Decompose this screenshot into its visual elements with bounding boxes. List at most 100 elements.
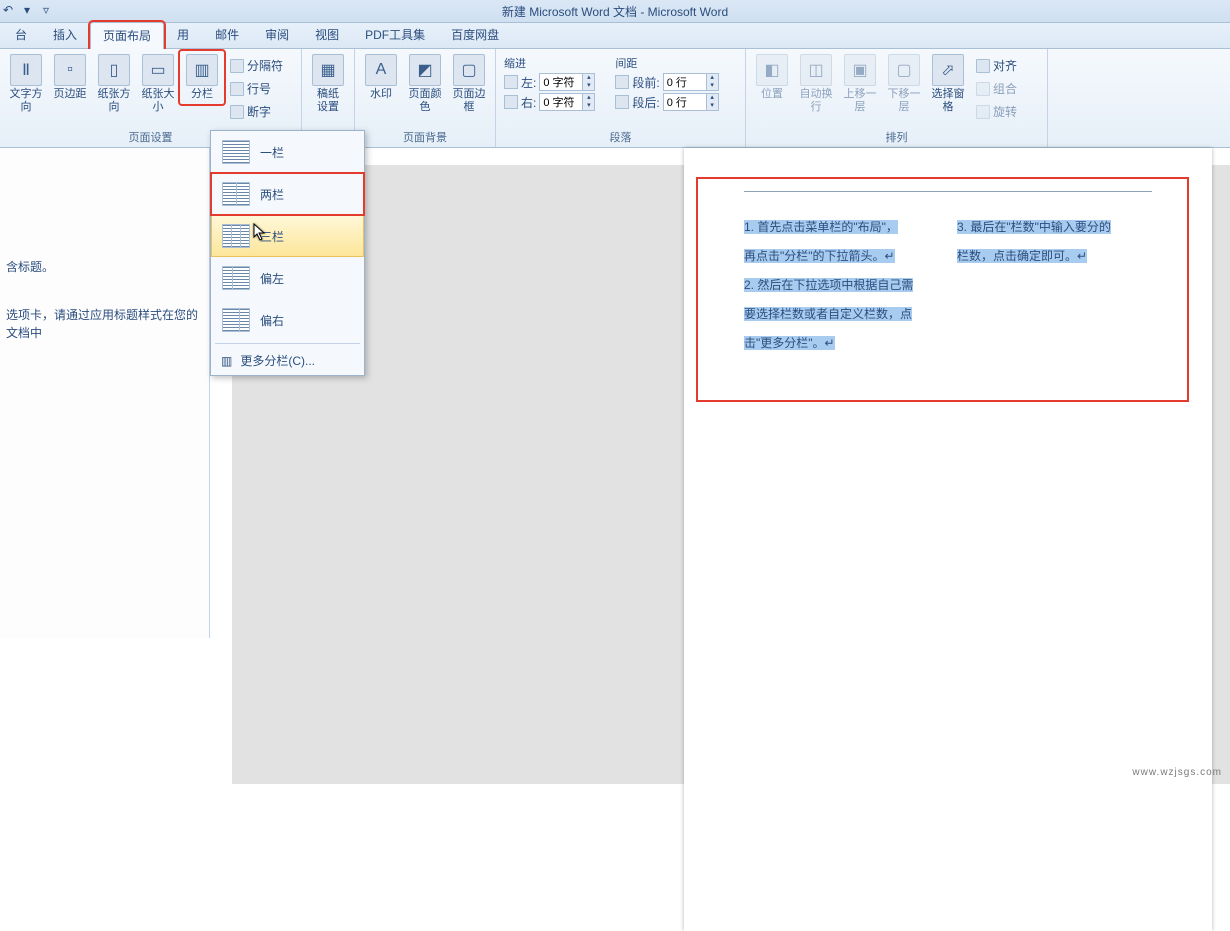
align-icon [976,59,990,73]
doc-text[interactable]: 要选择栏数或者自定义栏数，点 [744,307,912,321]
watermark-icon: A [365,54,397,86]
wrap-button[interactable]: ◫自动换行 [794,51,838,117]
selection-pane-button[interactable]: ⬀选择窗格 [926,51,970,117]
tab-start[interactable]: 台 [2,21,40,48]
manuscript-icon: ▦ [312,54,344,86]
indent-right-spinner[interactable]: ▴▾ [539,93,595,111]
three-column-icon [222,224,250,248]
tab-view[interactable]: 视图 [302,21,352,48]
group-objects-button[interactable]: 组合 [972,78,1021,99]
spin-down[interactable]: ▾ [706,102,718,110]
breaks-icon [230,59,244,73]
breaks-button[interactable]: 分隔符 [226,55,287,76]
columns-two-label: 两栏 [260,186,284,203]
indent-left-input[interactable] [540,76,582,88]
group-objects-label: 组合 [993,80,1017,97]
columns-left-label: 偏左 [260,270,284,287]
qat-dropdown-icon[interactable]: ▾ [19,2,35,18]
orientation-button[interactable]: ▯纸张方向 [92,51,136,117]
doc-text[interactable]: 2. 然后在下拉选项中根据自己需 [744,278,913,292]
spin-up[interactable]: ▴ [706,94,718,102]
columns-three[interactable]: 三栏 [211,215,364,257]
quick-access-toolbar: ↶ ▾ ▿ [0,2,54,18]
columns-button[interactable]: ▥分栏 [180,51,224,104]
indent-right-input[interactable] [540,96,582,108]
doc-text[interactable]: 击"更多分栏"。↵ [744,336,835,350]
spin-up[interactable]: ▴ [582,94,594,102]
page-border-button[interactable]: ▢页面边框 [447,51,491,117]
group-page-background: A水印 ◩页面颜色 ▢页面边框 页面背景 [355,49,496,147]
document-column-1[interactable]: 1. 首先点击菜单栏的"布局"， 再点击"分栏"的下拉箭头。↵ 2. 然后在下拉… [744,213,939,358]
tab-insert[interactable]: 插入 [40,21,90,48]
columns-one[interactable]: 一栏 [211,131,364,173]
group-label-page-background: 页面背景 [359,127,491,147]
page-color-button[interactable]: ◩页面颜色 [403,51,447,117]
titlebar: ↶ ▾ ▿ 新建 Microsoft Word 文档 - Microsoft W… [0,0,1230,23]
page[interactable]: 1. 首先点击菜单栏的"布局"， 再点击"分栏"的下拉箭头。↵ 2. 然后在下拉… [684,148,1212,931]
columns-left[interactable]: 偏左 [211,257,364,299]
margins-icon: ▫ [54,54,86,86]
group-paragraph: 缩进 左:▴▾ 右:▴▾ 间距 段前:▴▾ 段后:▴▾ 段落 [496,49,746,147]
document-column-2[interactable]: 3. 最后在"栏数"中输入要分的 栏数，点击确定即可。↵ [957,213,1152,358]
page-border-icon: ▢ [453,54,485,86]
manuscript-button[interactable]: ▦稿纸 设置 [306,51,350,117]
space-after-icon [615,95,629,109]
columns-one-label: 一栏 [260,144,284,161]
doc-text[interactable]: 再点击"分栏"的下拉箭头。↵ [744,249,895,263]
space-after-spinner[interactable]: ▴▾ [663,93,719,111]
doc-text[interactable]: 栏数，点击确定即可。↵ [957,249,1087,263]
spin-up[interactable]: ▴ [582,74,594,82]
rotate-button[interactable]: 旋转 [972,101,1021,122]
right-column-icon [222,308,250,332]
send-backward-button[interactable]: ▢下移一层 [882,51,926,117]
watermark-button[interactable]: A水印 [359,51,403,104]
space-before-input[interactable] [664,76,706,88]
space-before-icon [615,75,629,89]
doc-text[interactable]: 1. 首先点击菜单栏的"布局"， [744,220,898,234]
watermark-text: www.wzjsgs.com [1132,767,1222,778]
tab-references[interactable]: 用 [164,21,202,48]
indent-left-icon [504,75,518,89]
document-area[interactable]: 1. 首先点击菜单栏的"布局"， 再点击"分栏"的下拉箭头。↵ 2. 然后在下拉… [232,165,1230,784]
navigation-pane: 含标题。 选项卡，请通过应用标题样式在您的文档中 [0,148,210,638]
hyphenation-button[interactable]: 断字 [226,101,287,122]
group-arrange: ◧位置 ◫自动换行 ▣上移一层 ▢下移一层 ⬀选择窗格 对齐 组合 旋转 排列 [746,49,1048,147]
ribbon: Ⅱ文字方向 ▫页边距 ▯纸张方向 ▭纸张大小 ▥分栏 分隔符 行号 断字 页面设… [0,49,1230,148]
columns-three-label: 三栏 [260,228,284,245]
spin-up[interactable]: ▴ [706,74,718,82]
space-before-label: 段前: [632,74,659,91]
left-column-icon [222,266,250,290]
line-numbers-button[interactable]: 行号 [226,78,287,99]
position-button[interactable]: ◧位置 [750,51,794,104]
line-numbers-icon [230,82,244,96]
bring-forward-button[interactable]: ▣上移一层 [838,51,882,117]
space-before-spinner[interactable]: ▴▾ [663,73,719,91]
columns-right[interactable]: 偏右 [211,299,364,341]
backward-icon: ▢ [888,54,920,86]
paper-size-icon: ▭ [142,54,174,86]
more-columns[interactable]: ▥ 更多分栏(C)... [211,346,364,375]
qat-separator: ▿ [38,2,54,18]
spin-down[interactable]: ▾ [706,82,718,90]
indent-left-label: 左: [521,74,536,91]
doc-text[interactable]: 3. 最后在"栏数"中输入要分的 [957,220,1111,234]
space-after-input[interactable] [664,96,706,108]
paper-size-button[interactable]: ▭纸张大小 [136,51,180,117]
margins-button[interactable]: ▫页边距 [48,51,92,104]
spin-down[interactable]: ▾ [582,102,594,110]
more-columns-icon: ▥ [221,354,232,368]
tab-baidu[interactable]: 百度网盘 [438,21,512,48]
tab-page-layout[interactable]: 页面布局 [90,22,164,49]
tab-review[interactable]: 审阅 [252,21,302,48]
align-button[interactable]: 对齐 [972,55,1021,76]
columns-two[interactable]: 两栏 [211,173,364,215]
spin-down[interactable]: ▾ [582,82,594,90]
indent-left-spinner[interactable]: ▴▾ [539,73,595,91]
two-column-icon [222,182,250,206]
text-direction-button[interactable]: Ⅱ文字方向 [4,51,48,117]
undo-icon[interactable]: ↶ [0,2,16,18]
tab-pdf-tools[interactable]: PDF工具集 [352,21,438,48]
tab-mail[interactable]: 邮件 [202,21,252,48]
group-icon [976,82,990,96]
wrap-icon: ◫ [800,54,832,86]
